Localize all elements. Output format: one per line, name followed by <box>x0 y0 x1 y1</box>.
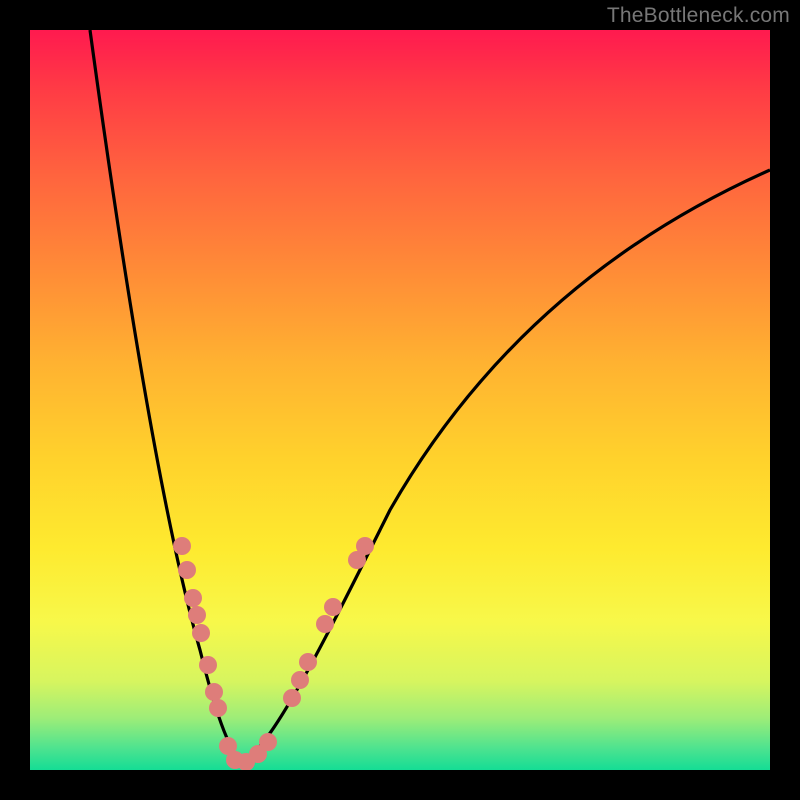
marker-dot <box>205 683 223 701</box>
bottleneck-curve <box>30 30 770 770</box>
marker-dot <box>178 561 196 579</box>
marker-dot <box>188 606 206 624</box>
curve-right-branch <box>242 170 770 762</box>
marker-dot <box>283 689 301 707</box>
marker-dot <box>259 733 277 751</box>
marker-dot <box>356 537 374 555</box>
marker-dot <box>291 671 309 689</box>
marker-dot <box>299 653 317 671</box>
curve-left-branch <box>90 30 242 762</box>
marker-dot <box>173 537 191 555</box>
marker-dot <box>209 699 227 717</box>
chart-frame: TheBottleneck.com <box>0 0 800 800</box>
marker-dot <box>199 656 217 674</box>
marker-group <box>173 537 374 770</box>
marker-dot <box>316 615 334 633</box>
marker-dot <box>324 598 342 616</box>
marker-dot <box>184 589 202 607</box>
watermark-text: TheBottleneck.com <box>607 4 790 28</box>
marker-dot <box>192 624 210 642</box>
plot-area <box>30 30 770 770</box>
